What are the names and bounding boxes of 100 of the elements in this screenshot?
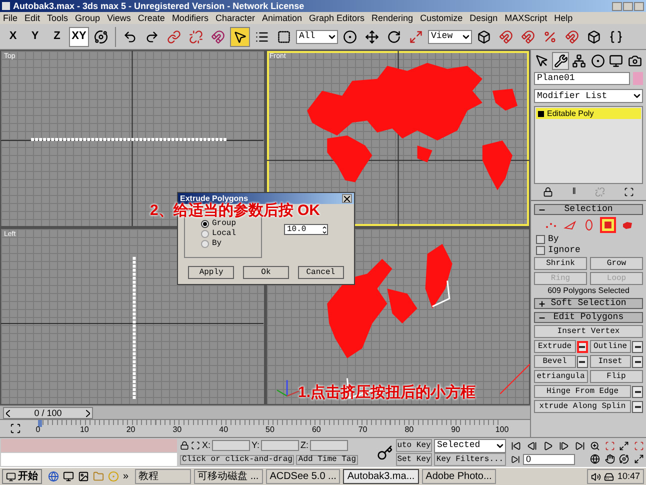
radio-button[interactable] — [201, 230, 209, 238]
rollout-button[interactable]: Extrude — [534, 340, 576, 353]
coordinate-field[interactable] — [260, 440, 299, 451]
reference-coordinate-dropdown[interactable]: View — [428, 30, 472, 44]
rollout-button[interactable]: Hinge From Edge — [534, 385, 631, 398]
taskbar-button[interactable]: 可移动磁盘 ... — [194, 469, 263, 484]
settings-button[interactable] — [576, 340, 588, 352]
settings-button[interactable] — [632, 340, 643, 352]
command-panel-tab[interactable] — [570, 52, 588, 70]
rollout-button[interactable]: Shrink — [534, 257, 587, 270]
taskbar-button[interactable]: ACDSee 5.0 ... — [266, 469, 340, 484]
rollout-button[interactable]: Insert Vertex — [534, 325, 643, 338]
close-button[interactable] — [342, 194, 352, 203]
settings-button[interactable] — [576, 356, 588, 368]
coordinate-field[interactable] — [212, 440, 250, 451]
rollout-button[interactable]: etriangula — [534, 370, 588, 383]
command-panel-tab[interactable] — [552, 52, 570, 70]
picture-icon[interactable] — [78, 471, 89, 482]
menu-item[interactable]: Animation — [262, 14, 302, 22]
settings-button[interactable] — [632, 386, 643, 398]
previous-frame-icon[interactable] — [527, 440, 537, 450]
menu-item[interactable]: Edit — [24, 14, 40, 22]
menu-item[interactable]: File — [3, 14, 18, 22]
field-of-view-icon[interactable] — [590, 454, 600, 464]
select-object-button[interactable] — [230, 26, 250, 46]
command-panel-tab[interactable] — [608, 52, 625, 70]
rollout-button[interactable]: Grow — [590, 257, 643, 270]
rollout-button[interactable]: Outline — [590, 340, 631, 353]
menu-item[interactable]: Views — [107, 14, 131, 22]
menu-item[interactable]: Customize — [420, 14, 463, 22]
menu-item[interactable]: Create — [138, 14, 165, 22]
separator-glyph[interactable]: ‖ — [572, 185, 576, 199]
menu-item[interactable]: Rendering — [372, 14, 414, 22]
menu-item[interactable]: Graph Editors — [309, 14, 365, 22]
viewport[interactable] — [1, 51, 264, 226]
rollout-header[interactable]: Soft Selection — [534, 298, 643, 309]
start-button[interactable]: 开始 — [2, 469, 42, 484]
zoom-extents-icon[interactable] — [619, 440, 630, 451]
rollout-button[interactable]: xtrude Along Splin — [534, 400, 631, 413]
configure-icon[interactable] — [624, 187, 634, 197]
orbit-icon[interactable] — [619, 454, 630, 464]
radio-button[interactable] — [201, 240, 209, 248]
dialog-button[interactable]: Apply — [188, 266, 234, 279]
axis-constraint-button[interactable]: Z — [47, 26, 67, 46]
radio-button[interactable] — [201, 220, 209, 228]
menu-item[interactable]: Group — [75, 14, 100, 22]
pan-icon[interactable] — [604, 454, 615, 464]
spinner-field[interactable]: 10.0 — [284, 224, 328, 235]
overflow-chevron[interactable]: » — [123, 472, 129, 482]
time-slider-thumb[interactable]: 0 / 100 — [3, 407, 93, 419]
rollout-header[interactable]: Edit Polygons — [534, 312, 643, 323]
command-panel-tab[interactable] — [589, 52, 606, 70]
selection-icon[interactable] — [191, 441, 200, 450]
rollout-button[interactable]: Inset — [590, 355, 631, 368]
maxscript-input-field[interactable] — [1, 453, 177, 466]
desktop-icon[interactable] — [63, 471, 74, 482]
key-mode-icon[interactable] — [511, 455, 520, 464]
taskbar-button[interactable]: 教程 — [134, 469, 191, 484]
lock-icon[interactable] — [180, 441, 189, 450]
modifier-stack-item[interactable]: Editable Poly — [536, 108, 641, 119]
frame-field[interactable]: 0 — [523, 454, 575, 465]
rollout-header[interactable]: Selection — [534, 204, 643, 215]
rollout-button[interactable]: Bevel — [534, 355, 576, 368]
browser-icon[interactable] — [48, 471, 59, 482]
axis-constraint-button[interactable]: XY — [69, 26, 89, 46]
zoom-extents-all-icon[interactable] — [634, 440, 644, 451]
dialog-button[interactable]: Cancel — [298, 266, 344, 279]
axis-constraint-button[interactable]: Y — [25, 26, 45, 46]
go-to-end-icon[interactable] — [575, 440, 585, 450]
auto-key-button[interactable]: uto Key — [396, 439, 432, 452]
zoom-icon[interactable] — [590, 440, 600, 451]
settings-button[interactable] — [632, 400, 643, 412]
key-filters-button[interactable]: Key Filters... — [434, 453, 506, 466]
checkbox[interactable] — [536, 246, 545, 255]
rollout-button[interactable]: Flip — [590, 370, 643, 383]
key-mode-dropdown[interactable]: Selected — [434, 438, 506, 452]
taskbar-button[interactable]: Autobak3.ma... — [343, 469, 419, 484]
menu-item[interactable]: Tools — [47, 14, 68, 22]
go-to-start-icon[interactable] — [511, 440, 521, 450]
menu-item[interactable]: Design — [470, 14, 498, 22]
subobject-level-button[interactable] — [600, 217, 616, 233]
speaker-icon[interactable] — [591, 472, 602, 482]
taskbar-button[interactable]: Adobe Photo... — [422, 469, 496, 484]
add-time-tag-button[interactable]: Add Time Tag — [296, 454, 358, 464]
coordinate-field[interactable] — [310, 440, 348, 451]
key-icon[interactable] — [377, 444, 393, 460]
drive-icon[interactable] — [604, 472, 614, 482]
menu-item[interactable]: MAXScript — [504, 14, 548, 22]
menu-item[interactable]: Help — [554, 14, 573, 22]
dialog-button[interactable]: Ok — [242, 266, 289, 279]
next-frame-icon[interactable] — [559, 440, 569, 450]
axis-constraint-button[interactable]: X — [3, 26, 23, 46]
maximize-icon[interactable] — [634, 454, 644, 464]
checkbox[interactable] — [536, 235, 545, 244]
menu-item[interactable]: Character — [215, 14, 255, 22]
modifier-list-dropdown[interactable]: Modifier List — [534, 89, 643, 103]
play-icon[interactable] — [543, 440, 553, 450]
settings-button[interactable] — [632, 356, 643, 368]
selection-filter-dropdown[interactable]: All — [296, 30, 338, 44]
object-color-swatch[interactable] — [633, 72, 643, 85]
